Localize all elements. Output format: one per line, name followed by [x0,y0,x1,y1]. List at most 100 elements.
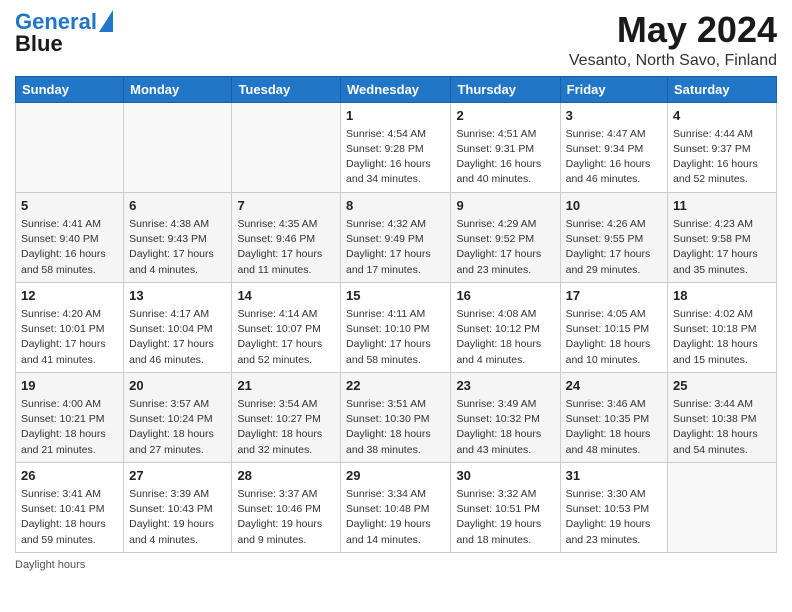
day-number: 13 [129,287,226,305]
day-info: Sunrise: 3:44 AMSunset: 10:38 PMDaylight… [673,397,771,458]
day-number: 26 [21,467,118,485]
day-of-week-header: Thursday [451,76,560,102]
day-number: 31 [566,467,662,485]
calendar-day-cell: 8 Sunrise: 4:32 AMSunset: 9:49 PMDaylight… [341,192,451,282]
day-number: 24 [566,377,662,395]
day-number: 1 [346,107,445,125]
logo-text-blue: Blue [15,32,113,56]
header: General Blue May 2024 Vesanto, North Sav… [15,10,777,70]
day-number: 15 [346,287,445,305]
day-number: 20 [129,377,226,395]
calendar-day-cell: 15 Sunrise: 4:11 AMSunset: 10:10 PMDaylig… [341,282,451,372]
day-of-week-header: Tuesday [232,76,341,102]
day-number: 12 [21,287,118,305]
day-of-week-header: Sunday [16,76,124,102]
title-area: May 2024 Vesanto, North Savo, Finland [569,10,777,70]
calendar-day-cell: 19 Sunrise: 4:00 AMSunset: 10:21 PMDaylig… [16,372,124,462]
day-number: 5 [21,197,118,215]
day-info: Sunrise: 4:02 AMSunset: 10:18 PMDaylight… [673,307,771,368]
day-number: 28 [237,467,335,485]
calendar-day-cell [124,102,232,192]
day-info: Sunrise: 3:57 AMSunset: 10:24 PMDaylight… [129,397,226,458]
calendar-day-cell: 2Sunrise: 4:51 AMSunset: 9:31 PMDaylight… [451,102,560,192]
calendar-day-cell: 27Sunrise: 3:39 AMSunset: 10:43 PMDaylig… [124,462,232,552]
day-number: 23 [456,377,554,395]
day-info: Sunrise: 4:11 AMSunset: 10:10 PMDaylight… [346,307,445,368]
day-number: 22 [346,377,445,395]
calendar-day-cell: 20 Sunrise: 3:57 AMSunset: 10:24 PMDaylig… [124,372,232,462]
calendar-week-row: 19 Sunrise: 4:00 AMSunset: 10:21 PMDaylig… [16,372,777,462]
day-info: Sunrise: 3:49 AMSunset: 10:32 PMDaylight… [456,397,554,458]
logo-triangle-icon [99,10,113,32]
calendar-header-row: SundayMondayTuesdayWednesdayThursdayFrid… [16,76,777,102]
calendar-day-cell: 23 Sunrise: 3:49 AMSunset: 10:32 PMDaylig… [451,372,560,462]
day-info: Sunrise: 3:37 AMSunset: 10:46 PMDaylight… [237,487,335,548]
calendar-day-cell: 30 Sunrise: 3:32 AMSunset: 10:51 PMDaylig… [451,462,560,552]
calendar-day-cell: 1 Sunrise: 4:54 AMSunset: 9:28 PMDaylight… [341,102,451,192]
calendar-day-cell: 5Sunrise: 4:41 AMSunset: 9:40 PMDaylight… [16,192,124,282]
calendar-day-cell: 10 Sunrise: 4:26 AMSunset: 9:55 PMDayligh… [560,192,667,282]
day-info: Sunrise: 3:30 AMSunset: 10:53 PMDaylight… [566,487,662,548]
calendar-day-cell: 26Sunrise: 3:41 AMSunset: 10:41 PMDaylig… [16,462,124,552]
day-number: 7 [237,197,335,215]
day-number: 10 [566,197,662,215]
footer-note: Daylight hours [15,559,777,571]
day-number: 19 [21,377,118,395]
calendar-day-cell: 12 Sunrise: 4:20 AMSunset: 10:01 PMDaylig… [16,282,124,372]
day-info: Sunrise: 4:00 AMSunset: 10:21 PMDaylight… [21,397,118,458]
calendar-day-cell: 3Sunrise: 4:47 AMSunset: 9:34 PMDaylight… [560,102,667,192]
calendar-day-cell: 4 Sunrise: 4:44 AMSunset: 9:37 PMDaylight… [668,102,777,192]
day-info: Sunrise: 4:29 AMSunset: 9:52 PMDaylight:… [456,217,554,278]
day-number: 17 [566,287,662,305]
day-info: Sunrise: 4:05 AMSunset: 10:15 PMDaylight… [566,307,662,368]
calendar-day-cell: 21 Sunrise: 3:54 AMSunset: 10:27 PMDaylig… [232,372,341,462]
day-number: 29 [346,467,445,485]
day-info: Sunrise: 4:08 AMSunset: 10:12 PMDaylight… [456,307,554,368]
day-number: 30 [456,467,554,485]
day-info: Sunrise: 4:17 AMSunset: 10:04 PMDaylight… [129,307,226,368]
day-info: Sunrise: 3:51 AMSunset: 10:30 PMDaylight… [346,397,445,458]
day-number: 18 [673,287,771,305]
day-of-week-header: Saturday [668,76,777,102]
day-number: 9 [456,197,554,215]
day-of-week-header: Monday [124,76,232,102]
day-number: 21 [237,377,335,395]
day-info: Sunrise: 3:32 AMSunset: 10:51 PMDaylight… [456,487,554,548]
day-of-week-header: Friday [560,76,667,102]
calendar-day-cell: 24Sunrise: 3:46 AMSunset: 10:35 PMDaylig… [560,372,667,462]
calendar-day-cell: 29Sunrise: 3:34 AMSunset: 10:48 PMDaylig… [341,462,451,552]
calendar-day-cell: 22 Sunrise: 3:51 AMSunset: 10:30 PMDaylig… [341,372,451,462]
calendar-week-row: 12 Sunrise: 4:20 AMSunset: 10:01 PMDaylig… [16,282,777,372]
day-info: Sunrise: 3:54 AMSunset: 10:27 PMDaylight… [237,397,335,458]
day-info: Sunrise: 4:26 AMSunset: 9:55 PMDaylight:… [566,217,662,278]
calendar-day-cell: 18 Sunrise: 4:02 AMSunset: 10:18 PMDaylig… [668,282,777,372]
page-title: May 2024 [569,10,777,50]
calendar-day-cell: 14Sunrise: 4:14 AMSunset: 10:07 PMDaylig… [232,282,341,372]
day-of-week-header: Wednesday [341,76,451,102]
calendar-day-cell: 9 Sunrise: 4:29 AMSunset: 9:52 PMDaylight… [451,192,560,282]
page-subtitle: Vesanto, North Savo, Finland [569,52,777,70]
calendar-table: SundayMondayTuesdayWednesdayThursdayFrid… [15,76,777,553]
calendar-week-row: 26Sunrise: 3:41 AMSunset: 10:41 PMDaylig… [16,462,777,552]
day-info: Sunrise: 4:44 AMSunset: 9:37 PMDaylight:… [673,127,771,188]
logo: General Blue [15,10,113,56]
day-number: 6 [129,197,226,215]
day-number: 14 [237,287,335,305]
day-info: Sunrise: 4:23 AMSunset: 9:58 PMDaylight:… [673,217,771,278]
day-info: Sunrise: 4:38 AMSunset: 9:43 PMDaylight:… [129,217,226,278]
day-number: 4 [673,107,771,125]
day-info: Sunrise: 4:54 AMSunset: 9:28 PMDaylight:… [346,127,445,188]
day-number: 11 [673,197,771,215]
day-number: 16 [456,287,554,305]
calendar-day-cell [668,462,777,552]
calendar-day-cell: 25Sunrise: 3:44 AMSunset: 10:38 PMDaylig… [668,372,777,462]
calendar-day-cell: 16 Sunrise: 4:08 AMSunset: 10:12 PMDaylig… [451,282,560,372]
calendar-day-cell: 7Sunrise: 4:35 AMSunset: 9:46 PMDaylight… [232,192,341,282]
day-number: 8 [346,197,445,215]
calendar-day-cell: 31 Sunrise: 3:30 AMSunset: 10:53 PMDaylig… [560,462,667,552]
day-info: Sunrise: 4:20 AMSunset: 10:01 PMDaylight… [21,307,118,368]
calendar-day-cell [232,102,341,192]
day-info: Sunrise: 4:47 AMSunset: 9:34 PMDaylight:… [566,127,662,188]
day-info: Sunrise: 4:32 AMSunset: 9:49 PMDaylight:… [346,217,445,278]
calendar-day-cell: 17 Sunrise: 4:05 AMSunset: 10:15 PMDaylig… [560,282,667,372]
